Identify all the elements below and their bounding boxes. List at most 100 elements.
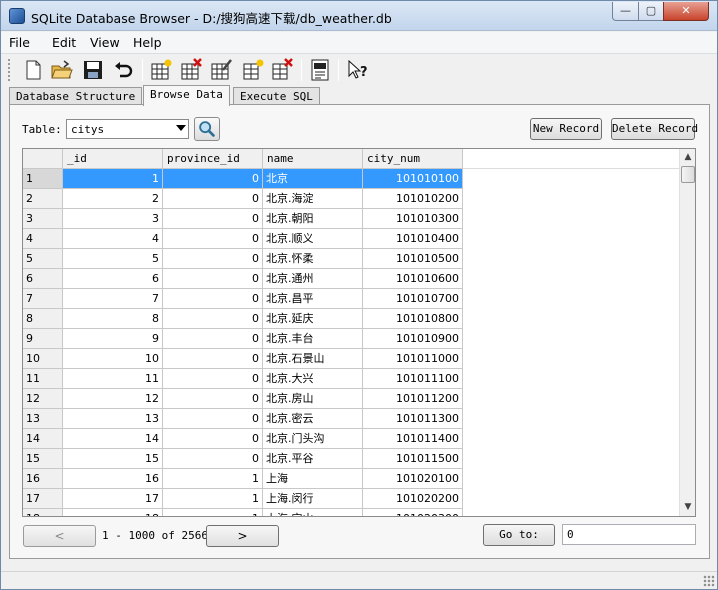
cell-city-num[interactable]: 101020100: [363, 469, 463, 489]
table-row[interactable]: 8 8 0 北京.延庆 101010800: [23, 309, 463, 329]
cell-city-num[interactable]: 101020300: [363, 509, 463, 516]
cell-province-id[interactable]: 0: [163, 309, 263, 329]
cell-name[interactable]: 上海.闵行: [263, 489, 363, 509]
search-button[interactable]: [194, 117, 220, 141]
cell-id[interactable]: 15: [63, 449, 163, 469]
table-row[interactable]: 16 16 1 上海 101020100: [23, 469, 463, 489]
cell-city-num[interactable]: 101011300: [363, 409, 463, 429]
column-header-name[interactable]: name: [263, 149, 363, 169]
cell-name[interactable]: 北京.昌平: [263, 289, 363, 309]
new-record-button[interactable]: New Record: [530, 118, 602, 140]
cell-name[interactable]: 北京.海淀: [263, 189, 363, 209]
next-page-button[interactable]: >: [206, 525, 279, 547]
cell-province-id[interactable]: 0: [163, 349, 263, 369]
row-number[interactable]: 18: [23, 509, 63, 516]
table-row[interactable]: 6 6 0 北京.通州 101010600: [23, 269, 463, 289]
row-number[interactable]: 2: [23, 189, 63, 209]
row-number[interactable]: 4: [23, 229, 63, 249]
cell-id[interactable]: 11: [63, 369, 163, 389]
cell-name[interactable]: 北京.房山: [263, 389, 363, 409]
cell-id[interactable]: 9: [63, 329, 163, 349]
table-row[interactable]: 12 12 0 北京.房山 101011200: [23, 389, 463, 409]
scroll-down-icon[interactable]: ▼: [680, 499, 695, 516]
cell-province-id[interactable]: 0: [163, 289, 263, 309]
vertical-scrollbar[interactable]: ▲ ▼: [679, 149, 695, 516]
cell-name[interactable]: 北京.平谷: [263, 449, 363, 469]
row-number[interactable]: 11: [23, 369, 63, 389]
cell-province-id[interactable]: 0: [163, 169, 263, 189]
sql-log-icon[interactable]: [308, 58, 332, 82]
cell-name[interactable]: 北京.延庆: [263, 309, 363, 329]
table-select[interactable]: citys: [66, 119, 189, 139]
cell-id[interactable]: 14: [63, 429, 163, 449]
goto-input[interactable]: 0: [562, 524, 696, 545]
table-row[interactable]: 2 2 0 北京.海淀 101010200: [23, 189, 463, 209]
goto-button[interactable]: Go to:: [483, 524, 555, 546]
tab-database-structure[interactable]: Database Structure: [9, 87, 143, 105]
cell-id[interactable]: 5: [63, 249, 163, 269]
cell-province-id[interactable]: 0: [163, 229, 263, 249]
maximize-button[interactable]: ▢: [638, 2, 664, 21]
table-row[interactable]: 14 14 0 北京.门头沟 101011400: [23, 429, 463, 449]
row-number[interactable]: 9: [23, 329, 63, 349]
cell-id[interactable]: 6: [63, 269, 163, 289]
cell-city-num[interactable]: 101011200: [363, 389, 463, 409]
table-row[interactable]: 13 13 0 北京.密云 101011300: [23, 409, 463, 429]
cell-id[interactable]: 10: [63, 349, 163, 369]
row-number[interactable]: 6: [23, 269, 63, 289]
cell-city-num[interactable]: 101011400: [363, 429, 463, 449]
cell-name[interactable]: 北京.门头沟: [263, 429, 363, 449]
row-number[interactable]: 1: [23, 169, 63, 189]
cell-province-id[interactable]: 0: [163, 209, 263, 229]
cell-id[interactable]: 17: [63, 489, 163, 509]
row-number[interactable]: 7: [23, 289, 63, 309]
cell-city-num[interactable]: 101010100: [363, 169, 463, 189]
row-number[interactable]: 13: [23, 409, 63, 429]
cell-name[interactable]: 上海.宝山: [263, 509, 363, 516]
cell-id[interactable]: 1: [63, 169, 163, 189]
delete-table-icon[interactable]: [179, 58, 203, 82]
table-row[interactable]: 7 7 0 北京.昌平 101010700: [23, 289, 463, 309]
close-button[interactable]: ✕: [663, 2, 709, 21]
cell-city-num[interactable]: 101010800: [363, 309, 463, 329]
cell-name[interactable]: 上海: [263, 469, 363, 489]
cell-province-id[interactable]: 1: [163, 489, 263, 509]
cell-province-id[interactable]: 0: [163, 249, 263, 269]
cell-name[interactable]: 北京.丰台: [263, 329, 363, 349]
cell-id[interactable]: 13: [63, 409, 163, 429]
cell-name[interactable]: 北京.朝阳: [263, 209, 363, 229]
toolbar-grip[interactable]: [8, 59, 12, 81]
tab-browse-data[interactable]: Browse Data: [143, 85, 230, 106]
new-database-icon[interactable]: [21, 58, 45, 82]
save-icon[interactable]: [81, 58, 105, 82]
cell-city-num[interactable]: 101010300: [363, 209, 463, 229]
menu-edit[interactable]: Edit: [52, 35, 76, 50]
table-row[interactable]: 15 15 0 北京.平谷 101011500: [23, 449, 463, 469]
cell-city-num[interactable]: 101011500: [363, 449, 463, 469]
row-number[interactable]: 14: [23, 429, 63, 449]
cell-city-num[interactable]: 101010700: [363, 289, 463, 309]
row-number[interactable]: 10: [23, 349, 63, 369]
previous-page-button[interactable]: <: [23, 525, 96, 547]
column-header-city-num[interactable]: city_num: [363, 149, 463, 169]
row-number[interactable]: 12: [23, 389, 63, 409]
cell-province-id[interactable]: 1: [163, 469, 263, 489]
cell-province-id[interactable]: 0: [163, 269, 263, 289]
tab-execute-sql[interactable]: Execute SQL: [233, 87, 320, 105]
row-number[interactable]: 3: [23, 209, 63, 229]
row-number[interactable]: 16: [23, 469, 63, 489]
cell-name[interactable]: 北京.石景山: [263, 349, 363, 369]
cell-province-id[interactable]: 0: [163, 189, 263, 209]
cell-city-num[interactable]: 101020200: [363, 489, 463, 509]
table-row[interactable]: 1 1 0 北京 101010100: [23, 169, 463, 189]
cell-id[interactable]: 7: [63, 289, 163, 309]
data-grid[interactable]: _id province_id name city_num 1 1 0 北京 10101…: [22, 148, 696, 517]
cell-city-num[interactable]: 101010500: [363, 249, 463, 269]
cell-city-num[interactable]: 101010200: [363, 189, 463, 209]
create-table-icon[interactable]: [149, 58, 173, 82]
cell-city-num[interactable]: 101010600: [363, 269, 463, 289]
cell-name[interactable]: 北京.怀柔: [263, 249, 363, 269]
cell-city-num[interactable]: 101011100: [363, 369, 463, 389]
minimize-button[interactable]: —: [612, 2, 639, 21]
table-row[interactable]: 11 11 0 北京.大兴 101011100: [23, 369, 463, 389]
